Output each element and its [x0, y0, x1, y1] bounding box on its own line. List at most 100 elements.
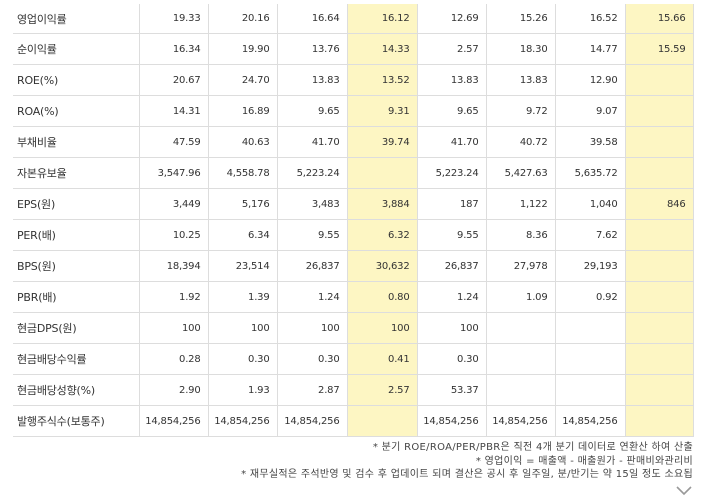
table-cell: 26,837 [276, 250, 347, 282]
table-cell: 0.80 [346, 281, 417, 313]
row-label: PER(배) [13, 219, 139, 251]
table-cell [346, 405, 417, 437]
row-label: 순이익률 [13, 33, 139, 65]
table-cell [485, 374, 555, 406]
table-cell: 3,547.96 [138, 157, 208, 189]
table-cell: 6.32 [346, 219, 417, 251]
table-cell: 0.28 [138, 343, 208, 375]
table-cell: 18,394 [138, 250, 208, 282]
chevron-down-icon[interactable] [675, 482, 693, 496]
table-cell: 2.87 [276, 374, 347, 406]
table-cell: 16.89 [207, 95, 277, 127]
row-label: ROE(%) [13, 64, 139, 96]
table-cell: 9.07 [554, 95, 625, 127]
table-cell: 13.83 [485, 64, 555, 96]
table-cell: 5,223.24 [416, 157, 486, 189]
table-cell: 3,449 [138, 188, 208, 220]
table-cell: 14,854,256 [485, 405, 555, 437]
table-cell: 19.33 [138, 4, 208, 34]
table-cell: 10.25 [138, 219, 208, 251]
table-row: ROA(%) 14.31 16.89 9.65 9.31 9.65 9.72 9.07 [13, 95, 694, 127]
table-cell [485, 343, 555, 375]
table-cell: 0.30 [276, 343, 347, 375]
table-cell: 14,854,256 [416, 405, 486, 437]
row-label: BPS(원) [13, 250, 139, 282]
row-label: 현금DPS(원) [13, 312, 139, 344]
table-cell [624, 95, 694, 127]
footnote-update-timing: * 재무실적은 주석반영 및 검수 후 업데이트 되며 결산은 공시 후 일주일… [241, 469, 693, 480]
table-cell: 5,223.24 [276, 157, 347, 189]
table-cell: 13.83 [276, 64, 347, 96]
table-cell: 13.76 [276, 33, 347, 65]
table-cell: 1.09 [485, 281, 555, 313]
table-cell: 0.92 [554, 281, 625, 313]
table-cell: 20.67 [138, 64, 208, 96]
table-cell [624, 250, 694, 282]
table-row: 현금DPS(원) 100 100 100 100 100 [13, 312, 694, 344]
table-cell: 8.36 [485, 219, 555, 251]
table-row: BPS(원) 18,394 23,514 26,837 30,632 26,837 27,9… [13, 250, 694, 282]
table-cell: 3,884 [346, 188, 417, 220]
table-cell: 100 [207, 312, 277, 344]
table-cell: 5,427.63 [485, 157, 555, 189]
table-cell: 12.69 [416, 4, 486, 34]
table-cell: 1.24 [276, 281, 347, 313]
table-cell: 1.24 [416, 281, 486, 313]
table-cell [554, 374, 625, 406]
table-cell: 15.66 [624, 4, 694, 34]
table-cell: 41.70 [416, 126, 486, 158]
table-cell [624, 374, 694, 406]
row-label: PBR(배) [13, 281, 139, 313]
table-cell [624, 312, 694, 344]
table-cell: 100 [276, 312, 347, 344]
table-cell: 2.57 [346, 374, 417, 406]
table-cell: 16.52 [554, 4, 625, 34]
table-cell: 9.55 [276, 219, 347, 251]
table-cell: 30,632 [346, 250, 417, 282]
row-label: EPS(원) [13, 188, 139, 220]
table-cell: 14.31 [138, 95, 208, 127]
table-cell: 1.92 [138, 281, 208, 313]
table-row: 부채비율 47.59 40.63 41.70 39.74 41.70 40.72 39.58 [13, 126, 694, 158]
table-cell: 846 [624, 188, 694, 220]
table-cell: 1.93 [207, 374, 277, 406]
table-cell: 26,837 [416, 250, 486, 282]
table-cell [624, 64, 694, 96]
table-cell: 29,193 [554, 250, 625, 282]
footnote-operating-profit: * 영업이익 = 매출액 - 매출원가 - 판매비와관리비 [475, 455, 693, 467]
row-label: 현금배당수익률 [13, 343, 139, 375]
table-cell: 6.34 [207, 219, 277, 251]
table-cell: 27,978 [485, 250, 555, 282]
financial-ratio-table: 영업이익률 19.33 20.16 16.64 16.12 12.69 15.26 16.52… [13, 4, 694, 437]
table-cell: 9.55 [416, 219, 486, 251]
table-cell: 14,854,256 [207, 405, 277, 437]
table-cell: 7.62 [554, 219, 625, 251]
row-label: 부채비율 [13, 126, 139, 158]
footnotes: * 분기 ROE/ROA/PER/PBR은 직전 4개 분기 데이터로 연환산 … [241, 441, 693, 482]
table-cell: 19.90 [207, 33, 277, 65]
table-cell: 1,040 [554, 188, 625, 220]
table-row: 영업이익률 19.33 20.16 16.64 16.12 12.69 15.26 16.52… [13, 4, 694, 34]
table-cell: 41.70 [276, 126, 347, 158]
table-row: 현금배당성향(%) 2.90 1.93 2.87 2.57 53.37 [13, 374, 694, 406]
table-cell: 9.65 [276, 95, 347, 127]
table-cell: 14,854,256 [138, 405, 208, 437]
row-label: 현금배당성향(%) [13, 374, 139, 406]
table-cell: 15.26 [485, 4, 555, 34]
table-row: ROE(%) 20.67 24.70 13.83 13.52 13.83 13.83 12.9… [13, 64, 694, 96]
table-cell: 0.30 [207, 343, 277, 375]
row-label: 영업이익률 [13, 4, 139, 34]
table-cell: 13.52 [346, 64, 417, 96]
row-label: 자본유보율 [13, 157, 139, 189]
table-cell: 16.12 [346, 4, 417, 34]
table-cell: 15.59 [624, 33, 694, 65]
table-cell: 9.72 [485, 95, 555, 127]
table-cell: 4,558.78 [207, 157, 277, 189]
table-cell: 1,122 [485, 188, 555, 220]
table-cell: 18.30 [485, 33, 555, 65]
footnote-annualized: * 분기 ROE/ROA/PER/PBR은 직전 4개 분기 데이터로 연환산 … [372, 442, 693, 453]
table-cell [554, 343, 625, 375]
table-cell: 16.64 [276, 4, 347, 34]
table-cell: 187 [416, 188, 486, 220]
table-cell: 1.39 [207, 281, 277, 313]
